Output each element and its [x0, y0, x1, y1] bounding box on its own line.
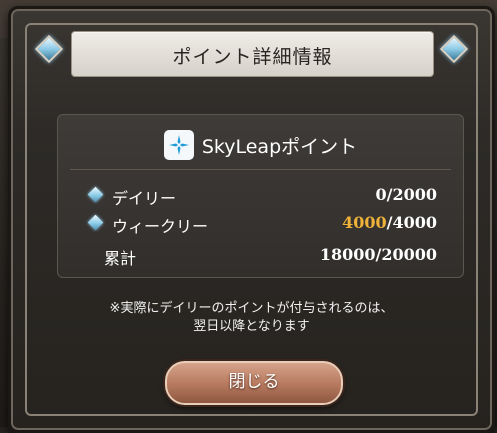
title-bar: ポイント詳細情報	[71, 31, 434, 77]
weekly-value: 4000/4000	[342, 213, 437, 232]
weekly-current-value: 4000	[342, 213, 387, 232]
total-value: 18000/20000	[319, 245, 437, 264]
daily-row: デイリー 0/2000	[87, 183, 437, 208]
daily-value: 0/2000	[375, 185, 437, 204]
gem-corner-icon	[439, 34, 469, 64]
point-detail-dialog: ポイント詳細情報 SkyLeapポイント デイリー 0/2000 ウィークリー …	[8, 6, 495, 433]
daily-label: デイリー	[112, 189, 177, 208]
diamond-icon	[87, 186, 104, 203]
points-panel: SkyLeapポイント デイリー 0/2000 ウィークリー 4000/4000…	[57, 114, 464, 278]
divider	[70, 169, 451, 170]
skyleap-icon	[163, 130, 194, 160]
total-label: 累計	[104, 249, 137, 268]
weekly-row: ウィークリー 4000/4000	[87, 211, 437, 236]
total-row: 累計 18000/20000	[90, 243, 437, 268]
notice-line: 翌日以降となります	[193, 319, 310, 334]
points-panel-header: SkyLeapポイント	[58, 125, 463, 165]
gem-corner-icon	[34, 34, 64, 64]
notice-line: ※実際にデイリーのポイントが付与されるのは、	[109, 301, 394, 316]
diamond-icon	[87, 214, 104, 231]
weekly-max-value: /4000	[386, 213, 437, 232]
notice-text: ※実際にデイリーのポイントが付与されるのは、 翌日以降となります	[71, 300, 432, 336]
close-button[interactable]: 閉じる	[165, 361, 343, 405]
service-name: SkyLeapポイント	[201, 135, 358, 158]
weekly-label: ウィークリー	[112, 217, 209, 236]
dialog-title: ポイント詳細情報	[172, 46, 333, 68]
